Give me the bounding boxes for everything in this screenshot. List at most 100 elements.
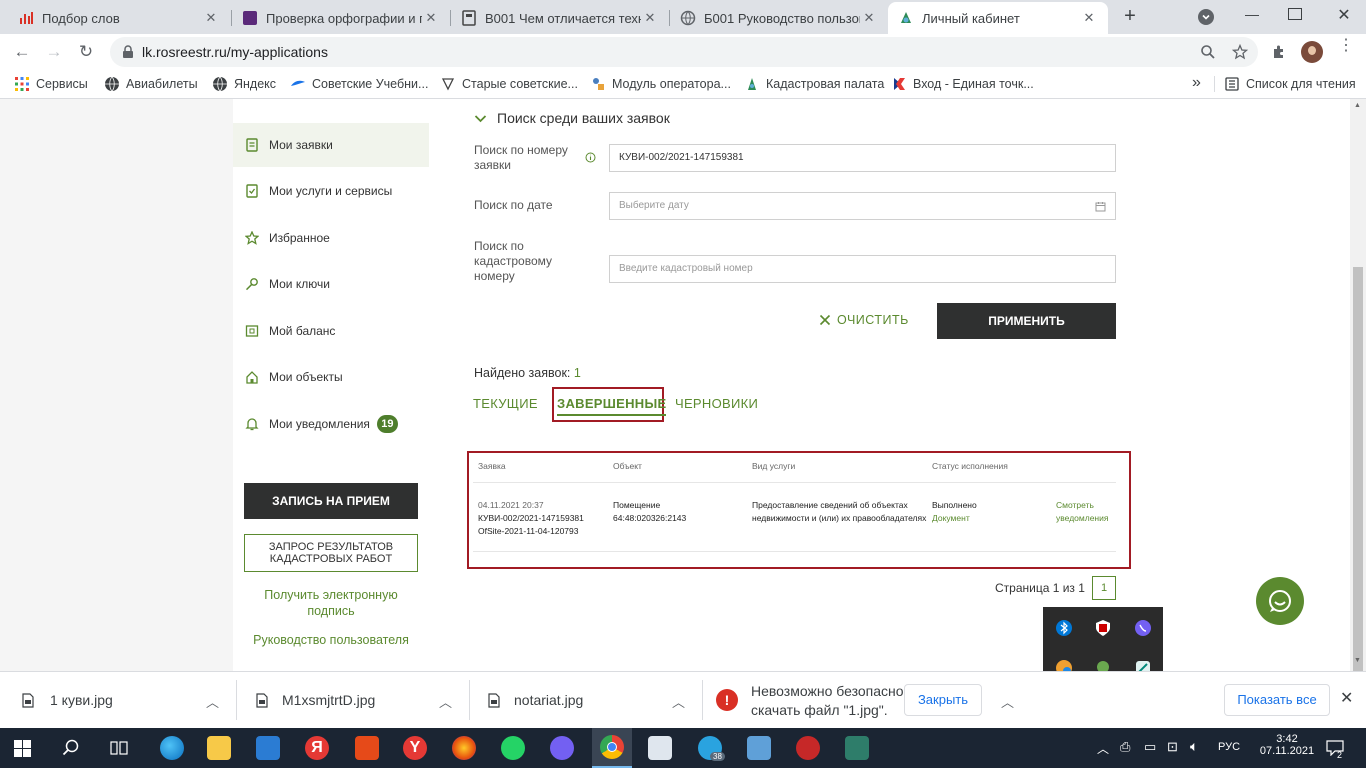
edge-browser-icon[interactable] <box>160 736 184 760</box>
yandex-icon[interactable]: Y <box>403 736 427 760</box>
back-arrow-icon[interactable]: ← <box>10 40 34 64</box>
close-window-icon[interactable]: ✕ <box>1334 5 1354 25</box>
shield-alert-icon[interactable] <box>1094 619 1112 637</box>
bookmarks-more-button[interactable]: » <box>1192 74 1201 92</box>
sidebar-item-notifications[interactable]: Мои уведомления 19 <box>233 402 429 446</box>
network-icon[interactable]: ⊡ <box>1167 739 1178 755</box>
application-number-input[interactable]: КУВИ-002/2021-147159381 <box>609 144 1116 172</box>
viber-icon[interactable] <box>550 736 574 760</box>
tray-overflow-chevron-icon[interactable]: ︿ <box>1097 740 1109 757</box>
bookmark-item[interactable]: Советские Учебни... <box>290 76 428 92</box>
star-bookmark-icon[interactable] <box>1232 44 1248 60</box>
new-tab-button[interactable]: + <box>1118 4 1142 28</box>
download-item[interactable]: notariat.jpg <box>488 672 583 728</box>
browser-tab[interactable]: Проверка орфографии и пу ✕ <box>232 2 450 34</box>
language-indicator[interactable]: РУС <box>1218 741 1240 753</box>
sidebar-item-balance[interactable]: Мой баланс <box>233 309 429 353</box>
sidebar-item-keys[interactable]: Мои ключи <box>233 262 429 306</box>
show-all-downloads-button[interactable]: Показать все <box>1224 684 1330 716</box>
view-notifications-link[interactable]: Смотреть уведомления <box>1056 499 1108 525</box>
reload-icon[interactable]: ↻ <box>74 40 98 64</box>
close-downloads-bar-icon[interactable]: ✕ <box>1340 688 1353 708</box>
office-icon[interactable] <box>355 736 379 760</box>
windows-start-icon[interactable] <box>14 740 31 757</box>
app-taskbar-icon[interactable] <box>796 736 820 760</box>
info-icon[interactable] <box>585 152 596 163</box>
bookmark-item[interactable]: Сервисы <box>14 76 88 92</box>
appointment-button[interactable]: ЗАПИСЬ НА ПРИЕМ <box>244 483 418 519</box>
app-taskbar-icon[interactable] <box>845 736 869 760</box>
bookmark-item[interactable]: Модуль оператора... <box>590 76 731 92</box>
battery-icon[interactable]: ▭ <box>1144 739 1156 755</box>
tab-completed[interactable]: ЗАВЕРШЕННЫЕ <box>557 396 667 416</box>
download-item[interactable]: M1xsmjtrtD.jpg <box>256 672 375 728</box>
cadastral-number-input[interactable]: Введите кадастровый номер <box>609 255 1116 283</box>
forward-arrow-icon[interactable]: → <box>42 40 66 64</box>
close-tab-icon[interactable]: ✕ <box>860 10 878 26</box>
bluetooth-icon[interactable] <box>1055 619 1073 637</box>
close-tab-icon[interactable]: ✕ <box>1080 10 1098 26</box>
chevron-up-icon[interactable]: ︿ <box>439 692 452 711</box>
tab-current[interactable]: ТЕКУЩИЕ <box>473 396 538 411</box>
page-1-button[interactable]: 1 <box>1092 576 1116 600</box>
browser-tab-active[interactable]: Личный кабинет ✕ <box>888 2 1108 34</box>
clock[interactable]: 3:42 07.11.2021 <box>1258 733 1316 757</box>
volume-icon[interactable]: 🔈︎ <box>1190 738 1198 755</box>
close-download-button[interactable]: Закрыть <box>904 684 982 716</box>
viber-icon[interactable] <box>1134 619 1152 637</box>
extensions-puzzle-icon[interactable] <box>1271 44 1287 60</box>
file-explorer-icon[interactable] <box>207 736 231 760</box>
minimize-icon[interactable]: — <box>1240 6 1264 22</box>
tab-search-icon[interactable] <box>1198 9 1214 25</box>
zoom-icon[interactable] <box>1200 44 1216 60</box>
search-icon[interactable] <box>62 739 80 757</box>
lock-icon[interactable] <box>122 45 134 59</box>
chevron-up-icon[interactable]: ︿ <box>1001 692 1014 711</box>
apply-button[interactable]: ПРИМЕНИТЬ <box>937 303 1116 339</box>
firefox-icon[interactable] <box>452 736 476 760</box>
reading-list-button[interactable]: Список для чтения <box>1224 76 1356 92</box>
user-guide-link[interactable]: Руководство пользователя <box>241 633 421 647</box>
bookmark-item[interactable]: Старые советские... <box>440 76 578 92</box>
chevron-up-icon[interactable]: ︿ <box>206 692 219 711</box>
browser-menu-icon[interactable]: ⋮ <box>1338 38 1354 54</box>
page-scrollbar[interactable]: ▲ ▼ <box>1350 99 1366 707</box>
browser-tab[interactable]: Подбор слов ✕ <box>8 2 230 34</box>
scrollbar-thumb[interactable] <box>1353 267 1363 707</box>
bookmark-item[interactable]: Яндекс <box>212 76 276 92</box>
get-signature-link[interactable]: Получить электронную подпись <box>255 587 407 619</box>
device-icon[interactable]: ⎙ <box>1120 739 1130 755</box>
chevron-up-icon[interactable]: ︿ <box>672 692 685 711</box>
chrome-taskbar-active[interactable] <box>592 728 632 768</box>
bookmark-item[interactable]: Вход - Единая точк... <box>891 76 1034 92</box>
close-tab-icon[interactable]: ✕ <box>641 10 659 26</box>
sidebar-item-objects[interactable]: Мои объекты <box>233 355 429 399</box>
search-section-title[interactable]: Поиск среди ваших заявок <box>497 110 670 126</box>
restore-icon[interactable] <box>1288 8 1302 20</box>
profile-avatar[interactable] <box>1301 41 1323 63</box>
calendar-icon[interactable] <box>1095 201 1106 212</box>
address-bar[interactable]: lk.rosreestr.ru/my-applications <box>110 37 1258 67</box>
browser-tab[interactable]: B001 Чем отличается техни ✕ <box>451 2 669 34</box>
document-link[interactable]: Документ <box>932 512 970 525</box>
app-taskbar-icon[interactable] <box>747 736 771 760</box>
browser-tab[interactable]: Б001 Руководство пользова ✕ <box>670 2 888 34</box>
bookmark-item[interactable]: Кадастровая палата <box>744 76 884 92</box>
whatsapp-icon[interactable] <box>501 736 525 760</box>
sidebar-item-my-applications[interactable]: Мои заявки <box>233 123 429 167</box>
sidebar-item-services[interactable]: Мои услуги и сервисы <box>233 169 429 213</box>
close-tab-icon[interactable]: ✕ <box>202 10 220 26</box>
documents-app-icon[interactable] <box>648 736 672 760</box>
sidebar-item-favorites[interactable]: Избранное <box>233 216 429 260</box>
bookmark-item[interactable]: Авиабилеты <box>104 76 198 92</box>
cadastral-results-button[interactable]: ЗАПРОС РЕЗУЛЬТАТОВ КАДАСТРОВЫХ РАБОТ <box>244 534 418 572</box>
mail-icon[interactable] <box>256 736 280 760</box>
task-view-icon[interactable] <box>110 740 128 756</box>
date-picker-input[interactable]: Выберите дату <box>609 192 1116 220</box>
yandex-browser-icon[interactable]: Я <box>305 736 329 760</box>
tab-drafts[interactable]: ЧЕРНОВИКИ <box>675 396 758 411</box>
url-text[interactable]: lk.rosreestr.ru/my-applications <box>142 44 328 60</box>
chat-button[interactable] <box>1256 577 1304 625</box>
close-tab-icon[interactable]: ✕ <box>422 10 440 26</box>
chevron-down-icon[interactable] <box>474 112 487 125</box>
